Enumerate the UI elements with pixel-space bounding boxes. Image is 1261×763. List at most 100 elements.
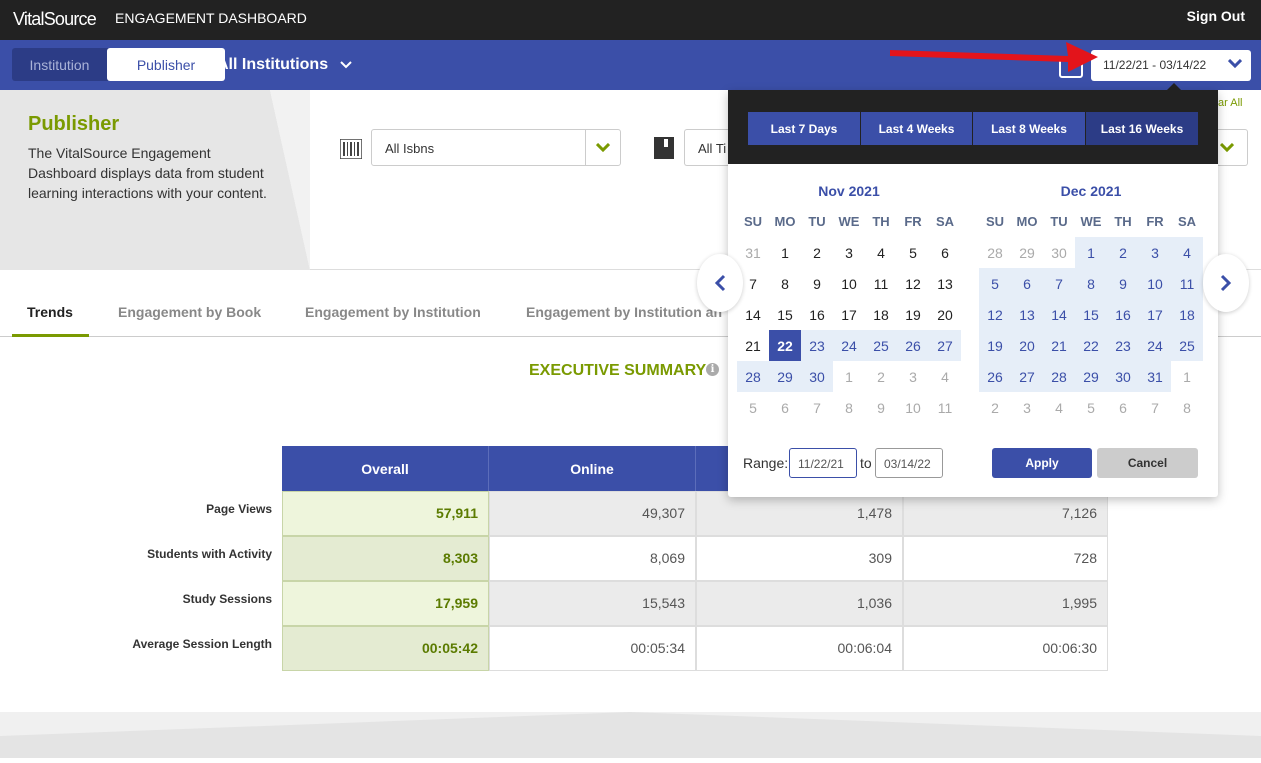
calendar-day[interactable]: 14 [1043,299,1075,330]
calendar-day[interactable]: 3 [1011,392,1043,423]
calendar-day[interactable]: 26 [897,330,929,361]
calendar-day[interactable]: 5 [737,392,769,423]
calendar-day[interactable]: 8 [833,392,865,423]
calendar-day[interactable]: 15 [1075,299,1107,330]
calendar-day[interactable]: 5 [979,268,1011,299]
calendar-day[interactable]: 1 [833,361,865,392]
calendar-day[interactable]: 11 [929,392,961,423]
next-month-button[interactable] [1203,254,1249,312]
calendar-day[interactable]: 24 [1139,330,1171,361]
info-icon[interactable]: i [706,363,719,376]
calendar-day[interactable]: 6 [1011,268,1043,299]
calendar-day[interactable]: 6 [1107,392,1139,423]
institution-toggle-button[interactable]: Institution [12,48,107,81]
calendar-day[interactable]: 5 [1075,392,1107,423]
calendar-day[interactable]: 30 [801,361,833,392]
calendar-day[interactable]: 21 [737,330,769,361]
isbn-filter[interactable]: All Isbns [371,129,621,166]
calendar-day[interactable]: 31 [1139,361,1171,392]
calendar-day[interactable]: 28 [979,237,1011,268]
calendar-day[interactable]: 22 [769,330,801,361]
tab-engagement-by-institution-and[interactable]: Engagement by Institution an [526,304,722,320]
preset-last-4-weeks[interactable]: Last 4 Weeks [861,112,973,145]
calendar-day[interactable]: 19 [897,299,929,330]
calendar-day[interactable]: 7 [1043,268,1075,299]
calendar-day[interactable]: 15 [769,299,801,330]
calendar-day[interactable]: 24 [833,330,865,361]
tab-engagement-by-book[interactable]: Engagement by Book [118,304,261,320]
calendar-day[interactable]: 28 [1043,361,1075,392]
preset-last-8-weeks[interactable]: Last 8 Weeks [973,112,1086,145]
calendar-day[interactable]: 1 [769,237,801,268]
calendar-day[interactable]: 10 [1139,268,1171,299]
calendar-day[interactable]: 4 [865,237,897,268]
calendar-day[interactable]: 25 [1171,330,1203,361]
calendar-day[interactable]: 18 [865,299,897,330]
clear-all-link[interactable]: ar All [1218,97,1242,109]
calendar-day[interactable]: 3 [833,237,865,268]
calendar-day[interactable]: 28 [737,361,769,392]
calendar-day[interactable]: 16 [801,299,833,330]
calendar-day[interactable]: 5 [897,237,929,268]
cancel-button[interactable]: Cancel [1097,448,1198,478]
calendar-day[interactable]: 9 [1107,268,1139,299]
calendar-day[interactable]: 19 [979,330,1011,361]
publisher-toggle-button[interactable]: Publisher [107,48,225,81]
calendar-day[interactable]: 10 [833,268,865,299]
calendar-day[interactable]: 2 [865,361,897,392]
preset-last-7-days[interactable]: Last 7 Days [748,112,861,145]
calendar-day[interactable]: 22 [1075,330,1107,361]
calendar-day[interactable]: 2 [801,237,833,268]
calendar-day[interactable]: 13 [1011,299,1043,330]
calendar-day[interactable]: 21 [1043,330,1075,361]
calendar-day[interactable]: 7 [1139,392,1171,423]
calendar-day[interactable]: 8 [1075,268,1107,299]
calendar-day[interactable]: 9 [865,392,897,423]
calendar-day[interactable]: 12 [979,299,1011,330]
tab-trends[interactable]: Trends [27,304,73,320]
calendar-day[interactable]: 11 [1171,268,1203,299]
calendar-day[interactable]: 27 [929,330,961,361]
institution-select[interactable]: All Institutions [217,56,352,74]
calendar-day[interactable]: 13 [929,268,961,299]
calendar-day[interactable]: 29 [1011,237,1043,268]
calendar-day[interactable]: 4 [1171,237,1203,268]
calendar-day[interactable]: 26 [979,361,1011,392]
calendar-day[interactable]: 1 [1075,237,1107,268]
calendar-day[interactable]: 17 [833,299,865,330]
tab-engagement-by-institution[interactable]: Engagement by Institution [305,304,481,320]
calendar-day[interactable]: 8 [769,268,801,299]
range-start-input[interactable]: 11/22/21 [789,448,857,478]
calendar-day[interactable]: 6 [929,237,961,268]
calendar-day[interactable]: 2 [979,392,1011,423]
calendar-day[interactable]: 14 [737,299,769,330]
calendar-day[interactable]: 8 [1171,392,1203,423]
prev-month-button[interactable] [697,254,743,312]
calendar-day[interactable]: 17 [1139,299,1171,330]
calendar-day[interactable]: 4 [1043,392,1075,423]
calendar-day[interactable]: 12 [897,268,929,299]
calendar-day[interactable]: 23 [1107,330,1139,361]
calendar-day[interactable]: 27 [1011,361,1043,392]
calendar-day[interactable]: 30 [1107,361,1139,392]
calendar-day[interactable]: 20 [1011,330,1043,361]
calendar-day[interactable]: 25 [865,330,897,361]
calendar-day[interactable]: 29 [769,361,801,392]
calendar-day[interactable]: 20 [929,299,961,330]
sign-out-link[interactable]: Sign Out [1187,8,1245,24]
preset-last-16-weeks[interactable]: Last 16 Weeks [1086,112,1198,145]
range-end-input[interactable]: 03/14/22 [875,448,943,478]
calendar-day[interactable]: 4 [929,361,961,392]
calendar-day[interactable]: 2 [1107,237,1139,268]
calendar-day[interactable]: 16 [1107,299,1139,330]
calendar-day[interactable]: 11 [865,268,897,299]
apply-button[interactable]: Apply [992,448,1092,478]
calendar-day[interactable]: 23 [801,330,833,361]
calendar-day[interactable]: 18 [1171,299,1203,330]
calendar-day[interactable]: 7 [801,392,833,423]
calendar-day[interactable]: 30 [1043,237,1075,268]
date-range-select[interactable]: 11/22/21 - 03/14/22 [1091,50,1251,81]
calendar-day[interactable]: 29 [1075,361,1107,392]
calendar-day[interactable]: 10 [897,392,929,423]
calendar-day[interactable]: 31 [737,237,769,268]
